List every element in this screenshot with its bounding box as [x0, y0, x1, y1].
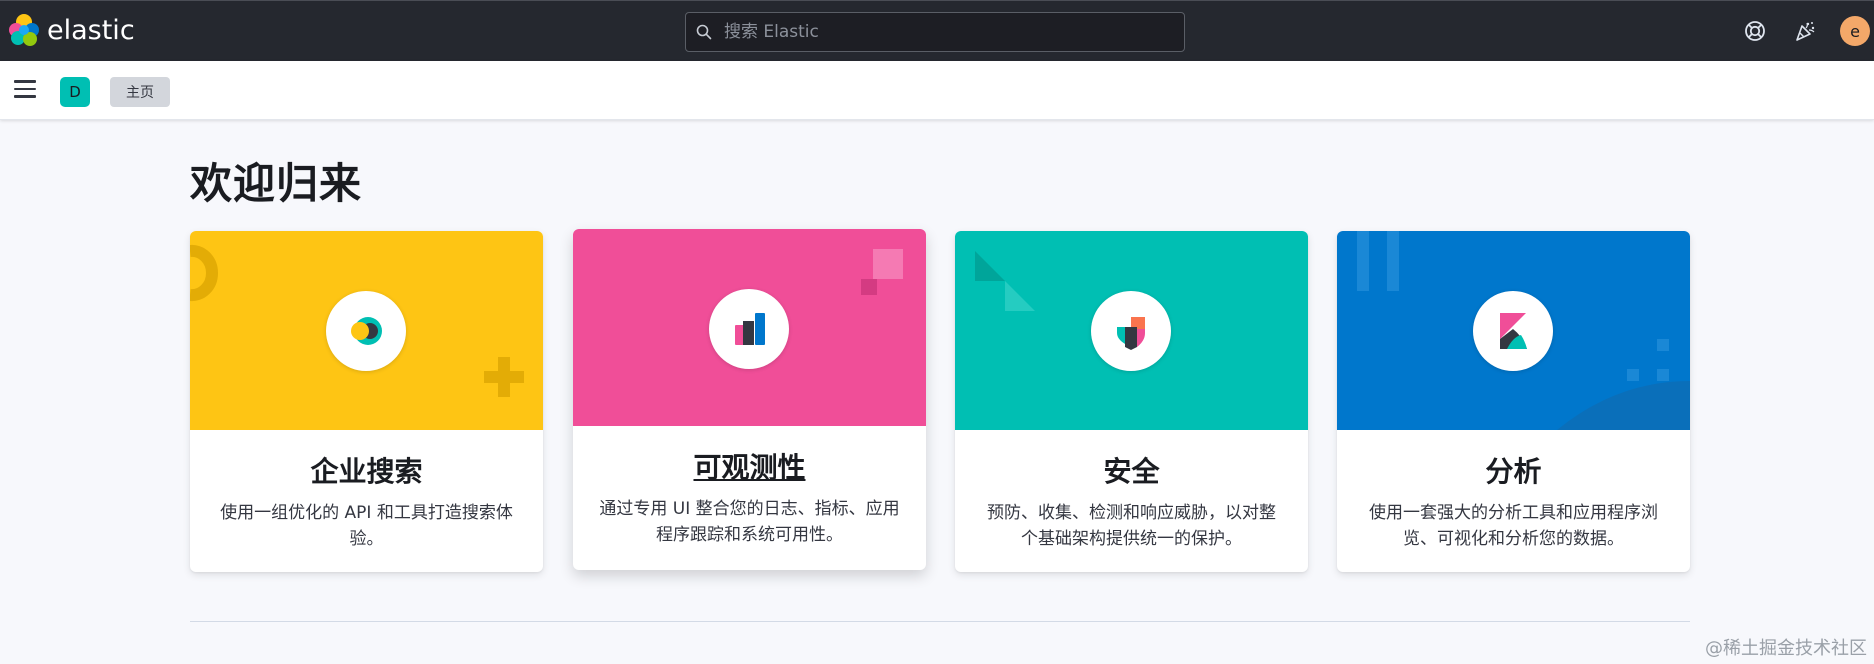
card-description: 通过专用 UI 整合您的日志、指标、应用程序跟踪和系统可用性。 [599, 499, 900, 545]
card-banner [573, 229, 926, 426]
menu-toggle-icon[interactable] [14, 80, 36, 100]
brand-name: elastic [47, 14, 135, 46]
help-button[interactable] [1739, 15, 1771, 47]
newsfeed-icon [1796, 22, 1815, 41]
card-banner [955, 231, 1308, 430]
global-search[interactable] [685, 12, 1185, 52]
card-description: 使用一套强大的分析工具和应用程序浏览、可视化和分析您的数据。 [1369, 503, 1658, 549]
card-observability[interactable]: 可观测性 通过专用 UI 整合您的日志、指标、应用程序跟踪和系统可用性。 [573, 229, 926, 570]
security-icon [1117, 317, 1145, 350]
elastic-logo[interactable]: elastic [8, 13, 135, 47]
breadcrumb-home: 主页 [110, 77, 170, 107]
card-description: 使用一组优化的 API 和工具打造搜索体验。 [220, 503, 513, 549]
card-icon-circle [1473, 291, 1553, 371]
card-title: 可观测性 [693, 451, 806, 484]
card-enterprise-search[interactable]: 企业搜索 使用一组优化的 API 和工具打造搜索体验。 [190, 231, 543, 572]
card-icon-circle [326, 291, 406, 371]
card-security[interactable]: 安全 预防、收集、检测和响应威胁，以对整个基础架构提供统一的保护。 [955, 231, 1308, 572]
card-banner [1337, 231, 1690, 430]
sub-header: D 主页 [0, 61, 1874, 120]
enterprise-search-icon [351, 317, 382, 345]
card-icon-circle [1091, 291, 1171, 371]
kibana-icon [1500, 313, 1527, 349]
elastic-logo-icon [9, 14, 39, 46]
space-selector[interactable]: D [60, 77, 90, 107]
page-title: 欢迎归来 [190, 159, 363, 208]
newsfeed-button[interactable] [1789, 15, 1821, 47]
card-banner [190, 231, 543, 430]
card-icon-circle [709, 289, 789, 369]
user-avatar[interactable]: e [1840, 16, 1870, 46]
header: elastic e [0, 0, 1874, 61]
observability-icon [735, 313, 765, 345]
card-title: 安全 [1103, 455, 1160, 488]
help-icon [1745, 21, 1765, 41]
section-divider [190, 621, 1690, 622]
search-icon [696, 24, 712, 40]
watermark: @稀土掘金技术社区 [1705, 638, 1867, 659]
card-description: 预防、收集、检测和响应威胁，以对整个基础架构提供统一的保护。 [987, 503, 1276, 549]
card-title: 企业搜索 [310, 455, 423, 488]
card-analytics[interactable]: 分析 使用一套强大的分析工具和应用程序浏览、可视化和分析您的数据。 [1337, 231, 1690, 572]
card-title: 分析 [1485, 455, 1542, 488]
search-input[interactable] [724, 22, 1164, 42]
